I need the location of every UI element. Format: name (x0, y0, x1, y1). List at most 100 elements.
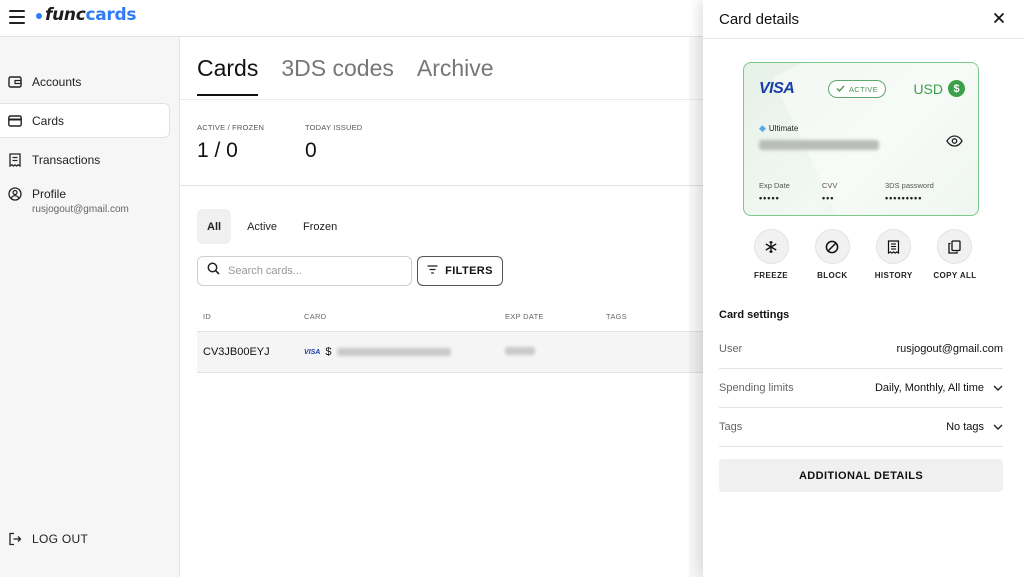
freeze-button[interactable]: FREEZE (743, 229, 799, 280)
divider (180, 185, 703, 186)
table-row[interactable]: CV3JB00EYJ VISA $ (197, 332, 703, 373)
sidebar-item-cards[interactable]: Cards (0, 103, 170, 138)
card-actions: FREEZE BLOCK HISTORY COPY ALL (743, 229, 983, 280)
logo-accent: cards (85, 5, 137, 25)
field-value[interactable]: ••• (822, 193, 837, 203)
menu-icon[interactable] (9, 10, 25, 24)
filter-active[interactable]: Active (237, 209, 287, 244)
card-tier: ◆ Ultimate (759, 123, 798, 134)
receipt-icon (8, 152, 22, 167)
overlay[interactable] (689, 37, 703, 577)
sidebar-item-profile[interactable]: Profile rusjogout@gmail.com (0, 181, 170, 225)
chevron-down-icon[interactable] (993, 421, 1003, 433)
tab-cards[interactable]: Cards (197, 55, 259, 96)
close-icon[interactable] (991, 10, 1007, 26)
app-logo[interactable]: funccards (36, 5, 137, 25)
divider (180, 99, 703, 100)
sidebar-item-label: Profile (32, 187, 67, 201)
stat-label: ACTIVE / FROZEN (197, 123, 265, 132)
setting-key: Tags (719, 421, 743, 433)
history-icon (876, 229, 912, 264)
section-title: Card settings (719, 309, 790, 321)
wallet-icon (8, 75, 22, 89)
main-content: Cards 3DS codes Archive ACTIVE / FROZEN … (180, 37, 703, 577)
block-icon (814, 229, 850, 264)
column-header[interactable]: CARD (298, 312, 499, 321)
filter-frozen[interactable]: Frozen (293, 209, 347, 244)
column-header[interactable]: TAGS (600, 312, 703, 321)
action-label: BLOCK (817, 271, 848, 280)
setting-value-wrap: Daily, Monthly, All time (875, 382, 1003, 394)
block-button[interactable]: BLOCK (804, 229, 860, 280)
field-value[interactable]: ••••• (759, 193, 790, 203)
top-bar: funccards (0, 0, 703, 37)
sidebar-item-label: Cards (32, 113, 65, 128)
snowflake-icon (753, 229, 789, 264)
credit-card-icon (8, 114, 22, 128)
status-filter: All Active Frozen (197, 209, 347, 244)
cards-table: ID CARD EXP DATE TAGS CV3JB00EYJ VISA $ (197, 301, 703, 373)
card-number-blurred (337, 348, 452, 356)
stat-value: 1 / 0 (197, 139, 238, 162)
setting-spending-limits[interactable]: Spending limits Daily, Monthly, All time (719, 369, 1003, 408)
card-cell: VISA $ (298, 346, 499, 358)
eye-icon[interactable] (946, 134, 963, 148)
column-header[interactable]: EXP DATE (499, 312, 600, 321)
check-icon (836, 85, 845, 94)
search-icon (207, 262, 220, 280)
stat-value: 0 (305, 139, 317, 162)
card-brand: VISA (759, 80, 795, 97)
setting-value: rusjogout@gmail.com (896, 343, 1003, 355)
search-input[interactable] (228, 265, 398, 277)
user-circle-icon (8, 187, 22, 201)
stat-label: TODAY ISSUED (305, 123, 363, 132)
blurred-text (759, 140, 879, 150)
page-tabs: Cards 3DS codes Archive (197, 55, 494, 96)
copy-all-button[interactable]: COPY ALL (927, 229, 983, 280)
drawer-title: Card details (719, 10, 800, 28)
search-box[interactable] (197, 256, 412, 286)
card-field-exp-date: Exp Date ••••• (759, 181, 790, 203)
sidebar-item-label: Accounts (32, 74, 82, 89)
logout-icon (8, 532, 22, 546)
filters-label: FILTERS (445, 265, 493, 277)
card-number-blurred (759, 137, 879, 155)
additional-details-button[interactable]: ADDITIONAL DETAILS (719, 459, 1003, 492)
field-value[interactable]: ••••••••• (885, 193, 934, 203)
currency-code: USD (913, 80, 943, 97)
field-label: CVV (822, 181, 838, 190)
filter-all[interactable]: All (197, 209, 232, 244)
status-text: ACTIVE (849, 84, 878, 94)
currency-symbol: $ (325, 346, 332, 358)
drawer-header: Card details (703, 0, 1024, 39)
tab-3ds-codes[interactable]: 3DS codes (281, 55, 394, 96)
sidebar-item-transactions[interactable]: Transactions (0, 142, 170, 177)
action-label: COPY ALL (933, 271, 977, 280)
setting-value: No tags (946, 421, 984, 433)
visa-logo-icon: VISA (304, 348, 321, 356)
tab-archive[interactable]: Archive (417, 55, 494, 96)
setting-tags[interactable]: Tags No tags (719, 408, 1003, 447)
logout-button[interactable]: LOG OUT (0, 527, 170, 551)
card-preview: VISA ACTIVE USD $ ◆ Ultimate Exp Date ••… (743, 62, 979, 216)
sidebar: Accounts Cards Transactions Profile rusj… (0, 37, 180, 577)
dollar-coin-icon: $ (948, 80, 965, 97)
field-label: 3DS password (885, 181, 934, 190)
card-id: CV3JB00EYJ (203, 346, 270, 358)
filters-button[interactable]: FILTERS (417, 256, 503, 286)
column-header[interactable]: ID (197, 312, 298, 321)
exp-date-cell (499, 346, 600, 358)
field-label: Exp Date (759, 181, 790, 190)
history-button[interactable]: HISTORY (866, 229, 922, 280)
logo-text: func (45, 5, 86, 25)
tier-label: Ultimate (768, 124, 799, 133)
setting-value: Daily, Monthly, All time (874, 382, 984, 394)
logout-label: LOG OUT (32, 532, 89, 546)
stat-active-frozen: ACTIVE / FROZEN 1 / 0 (197, 123, 264, 163)
exp-date-blurred (505, 347, 535, 355)
table-header: ID CARD EXP DATE TAGS (197, 301, 703, 332)
action-label: HISTORY (874, 271, 913, 280)
copy-icon (937, 229, 973, 264)
chevron-down-icon[interactable] (993, 382, 1003, 394)
sidebar-item-accounts[interactable]: Accounts (0, 64, 170, 99)
